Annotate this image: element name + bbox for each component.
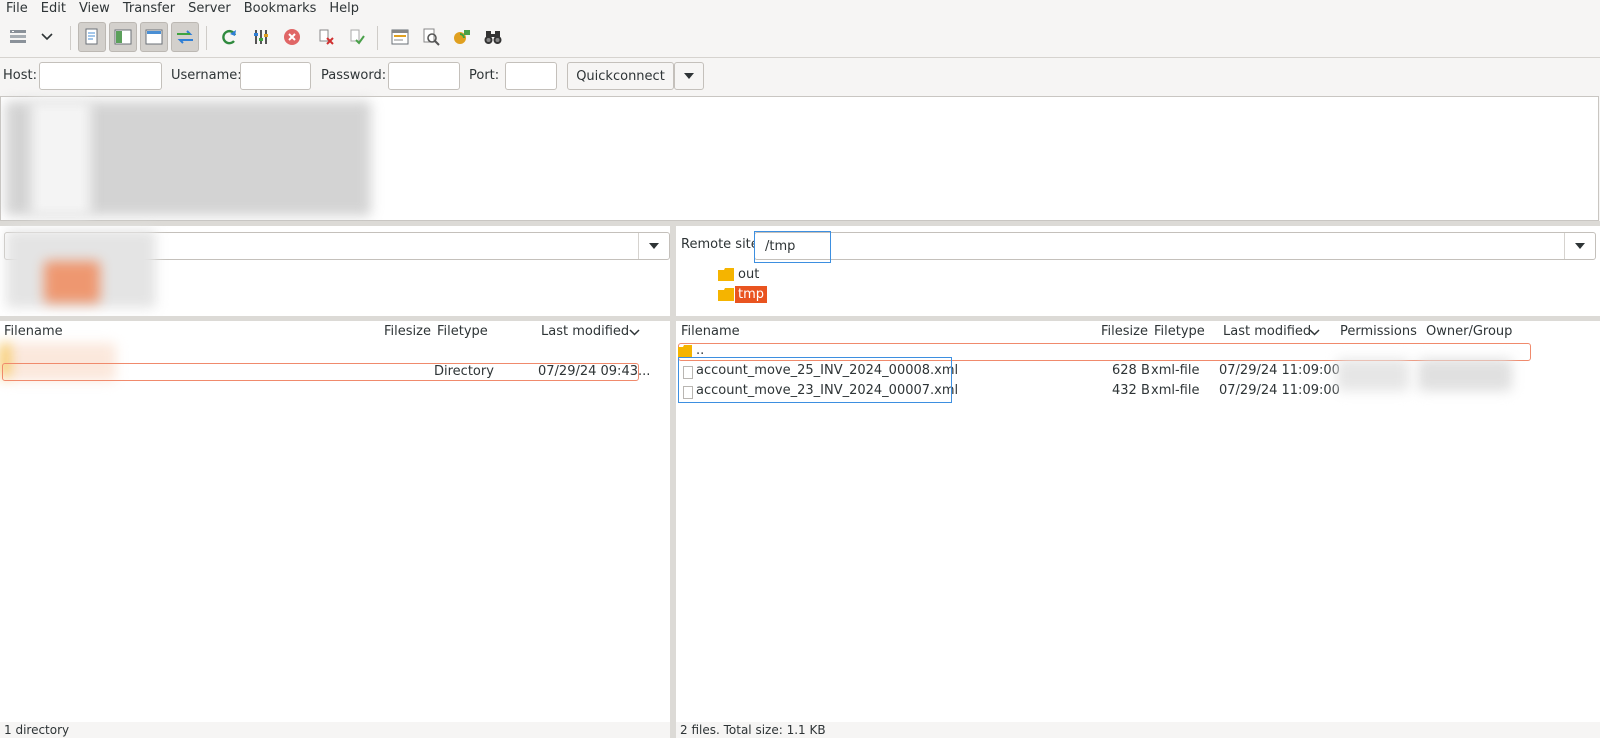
- tree-folder-tmp[interactable]: tmp: [718, 286, 768, 303]
- file-modified: 07/29/24 11:09:00: [1219, 383, 1340, 398]
- file-size: 628 B: [1112, 363, 1150, 378]
- port-label: Port:: [469, 68, 500, 83]
- row-modified: 07/29/24 09:43...: [538, 364, 651, 379]
- redacted-owner: [1418, 359, 1512, 391]
- tree-folder-out[interactable]: out: [718, 267, 759, 282]
- filter-icon[interactable]: [247, 22, 275, 52]
- chevron-down-icon: [1575, 243, 1585, 249]
- toolbar: [0, 19, 1600, 58]
- host-input[interactable]: [39, 62, 162, 90]
- col-filesize[interactable]: Filesize: [1101, 321, 1148, 343]
- dropdown-arrow-icon[interactable]: [33, 22, 61, 52]
- local-file-list[interactable]: Filename Filesize Filetype Last modified…: [0, 321, 670, 722]
- sort-desc-icon: [629, 329, 640, 336]
- site-manager-icon[interactable]: [4, 22, 32, 52]
- col-filesize[interactable]: Filesize: [384, 321, 431, 343]
- col-filetype[interactable]: Filetype: [1154, 321, 1205, 343]
- refresh-icon[interactable]: [215, 22, 243, 52]
- message-log-icon[interactable]: [78, 22, 106, 52]
- remote-path-highlight: [754, 231, 831, 263]
- col-filetype[interactable]: Filetype: [437, 321, 488, 343]
- tree-folder-label-selected: tmp: [735, 286, 768, 303]
- local-status: 1 directory: [4, 723, 70, 737]
- menu-view[interactable]: View: [73, 0, 117, 18]
- quickconnect-history-button[interactable]: [674, 62, 704, 90]
- binoculars-icon[interactable]: [479, 22, 507, 52]
- col-filename[interactable]: Filename: [681, 321, 740, 343]
- remote-file-list[interactable]: Filename Filesize Filetype Last modified…: [676, 321, 1600, 722]
- col-filename[interactable]: Filename: [4, 321, 63, 343]
- col-last-modified[interactable]: Last modified: [1223, 321, 1311, 343]
- local-tree-icon[interactable]: [109, 22, 137, 52]
- transfer-queue-icon[interactable]: [171, 22, 199, 52]
- remote-tree-icon[interactable]: [140, 22, 168, 52]
- message-log[interactable]: [0, 96, 1599, 221]
- remote-status: 2 files. Total size: 1.1 KB: [680, 723, 826, 737]
- menu-bookmarks[interactable]: Bookmarks: [238, 0, 324, 18]
- disconnect-icon[interactable]: [312, 22, 340, 52]
- menu-help[interactable]: Help: [323, 0, 366, 18]
- reconnect-icon[interactable]: [343, 22, 371, 52]
- local-path-dropdown[interactable]: [638, 233, 669, 259]
- remote-path-combo[interactable]: /tmp: [754, 232, 1596, 260]
- col-permissions[interactable]: Permissions: [1340, 321, 1417, 343]
- chevron-down-icon: [684, 73, 694, 79]
- col-last-modified[interactable]: Last modified: [541, 321, 629, 343]
- chevron-down-icon: [649, 243, 659, 249]
- quickconnect-bar: Host: Username: Password: Port: Quickcon…: [0, 58, 1600, 96]
- menu-file[interactable]: File: [0, 0, 35, 18]
- menu-bar: File Edit View Transfer Server Bookmarks…: [0, 0, 1600, 18]
- remote-site-panel: Remote site: /tmp out tmp: [676, 226, 1600, 316]
- remote-site-label: Remote site:: [681, 237, 764, 252]
- directory-listing-icon[interactable]: [386, 22, 414, 52]
- password-input[interactable]: [388, 62, 460, 90]
- search-files-icon[interactable]: [417, 22, 445, 52]
- folder-icon: [678, 345, 692, 357]
- quickconnect-button[interactable]: Quickconnect: [567, 62, 674, 90]
- password-label: Password:: [321, 68, 387, 83]
- file-size: 432 B: [1112, 383, 1150, 398]
- redacted-permissions: [1337, 359, 1409, 391]
- parent-directory[interactable]: ..: [696, 343, 704, 358]
- menu-transfer[interactable]: Transfer: [117, 0, 182, 18]
- file-type: xml-file: [1151, 363, 1200, 378]
- file-modified: 07/29/24 11:09:00: [1219, 363, 1340, 378]
- local-site-panel: [0, 226, 670, 316]
- username-input[interactable]: [240, 62, 311, 90]
- sort-desc-icon: [1309, 329, 1320, 336]
- username-label: Username:: [171, 68, 242, 83]
- port-input[interactable]: [505, 62, 557, 90]
- file-type: xml-file: [1151, 383, 1200, 398]
- remote-path-dropdown[interactable]: [1564, 233, 1595, 259]
- tree-folder-label: out: [738, 267, 760, 282]
- folder-icon: [718, 268, 734, 281]
- row-filetype: Directory: [434, 364, 494, 379]
- cancel-icon[interactable]: [278, 22, 306, 52]
- menu-edit[interactable]: Edit: [35, 0, 73, 18]
- folder-open-icon: [718, 288, 734, 301]
- menu-server[interactable]: Server: [182, 0, 238, 18]
- file-selection-highlight: [678, 357, 952, 403]
- host-label: Host:: [3, 68, 37, 83]
- col-owner-group[interactable]: Owner/Group: [1426, 321, 1512, 343]
- compare-icon[interactable]: [448, 22, 476, 52]
